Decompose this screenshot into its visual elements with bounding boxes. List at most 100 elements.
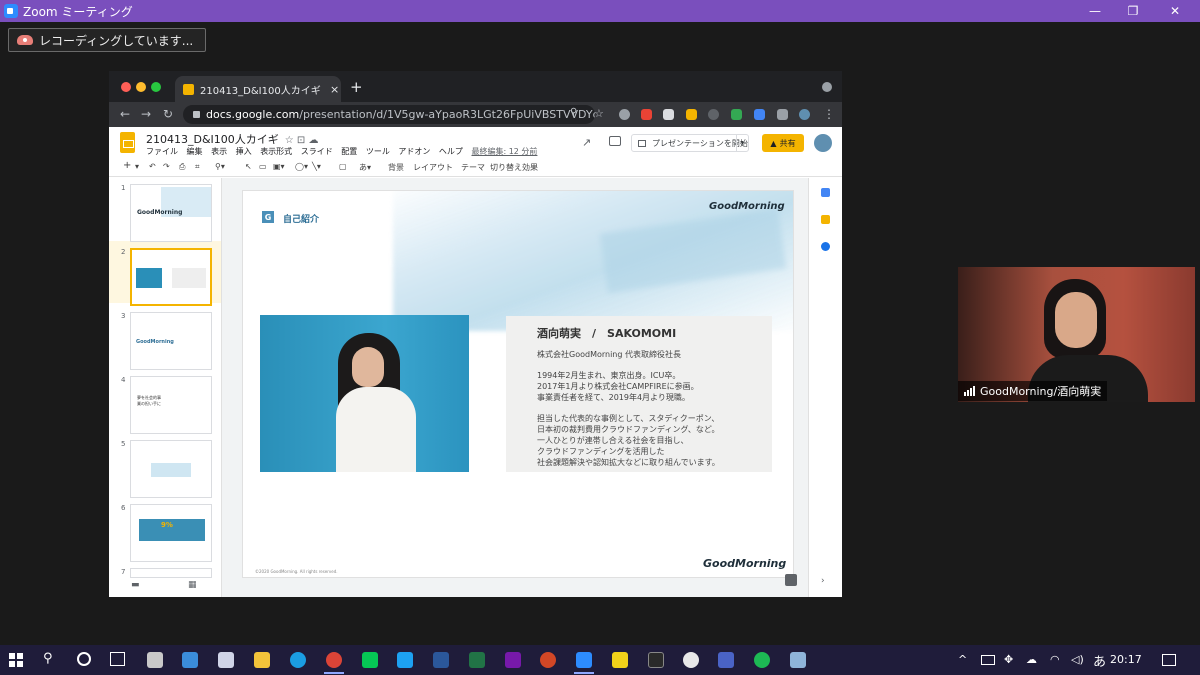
menu-tools[interactable]: ツール — [366, 147, 390, 156]
line-icon[interactable] — [362, 652, 378, 668]
spotify-icon[interactable] — [754, 652, 770, 668]
share-button[interactable]: ▲ 共有 — [762, 134, 804, 152]
menu-slide[interactable]: スライド — [301, 147, 333, 156]
notification-icon[interactable] — [1162, 654, 1176, 666]
tasks-icon[interactable] — [821, 242, 830, 251]
zoom-app-icon[interactable] — [576, 652, 592, 668]
print-icon[interactable]: ⎙ — [179, 162, 185, 172]
ime-indicator[interactable]: あ — [1093, 651, 1106, 670]
browser-tab[interactable]: 210413_D&I100人カイギ - Goo × — [175, 76, 341, 102]
extension-icon[interactable] — [708, 109, 719, 120]
participant-video-tile[interactable]: GoodMorning/酒向萌実 — [958, 267, 1195, 402]
menu-file[interactable]: ファイル — [146, 147, 178, 156]
forward-arrow-icon[interactable]: → — [141, 107, 151, 121]
zoom-dot-icon[interactable] — [151, 82, 161, 92]
kebab-menu-icon[interactable]: ⋮ — [823, 107, 835, 121]
menu-addons[interactable]: アドオン — [398, 147, 430, 156]
onenote-icon[interactable] — [505, 652, 521, 668]
slide-thumbnail-4[interactable]: 夢を社会的事業の担い手に — [130, 376, 212, 434]
windows-start-icon[interactable] — [9, 653, 23, 667]
dropbox-icon[interactable]: ✥ — [1004, 653, 1013, 666]
recording-indicator[interactable]: レコーディングしています... — [8, 28, 207, 52]
input-tools-icon[interactable]: あ▾ — [359, 162, 371, 173]
image-icon[interactable]: ▣▾ — [273, 162, 285, 171]
app-icon[interactable] — [718, 652, 734, 668]
paint-format-icon[interactable]: ⌗ — [195, 162, 200, 172]
google-slides-logo-icon[interactable] — [120, 132, 135, 153]
close-dot-icon[interactable] — [121, 82, 131, 92]
extension-icon[interactable] — [641, 109, 652, 120]
search-icon[interactable]: ⚲ — [570, 107, 577, 118]
word-icon[interactable] — [433, 652, 449, 668]
current-slide[interactable]: G 自己紹介 GoodMorning 酒向萌実 / SAKOMOMI 株式会社G… — [242, 190, 794, 578]
menu-format[interactable]: 表示形式 — [260, 147, 292, 156]
mail-icon[interactable] — [182, 652, 198, 668]
app-icon[interactable] — [218, 652, 234, 668]
grid-view-icon[interactable]: ▦ — [188, 580, 197, 590]
slack-icon[interactable] — [683, 652, 699, 668]
comments-icon[interactable] — [609, 136, 621, 146]
filmstrip-view-icon[interactable]: ▬ — [131, 580, 140, 590]
chrome-menu-dot-icon[interactable] — [822, 82, 832, 92]
chrome-icon[interactable] — [326, 652, 342, 668]
keep-icon[interactable] — [821, 215, 830, 224]
theme-button[interactable]: テーマ — [461, 162, 485, 173]
activity-trend-icon[interactable]: ↗ — [582, 136, 591, 149]
extension-icon[interactable] — [686, 109, 697, 120]
battery-icon[interactable] — [981, 655, 995, 665]
slide-thumbnail-6[interactable]: 9% — [130, 504, 212, 562]
twitter-icon[interactable] — [397, 652, 413, 668]
taskbar-clock[interactable]: 20:17 — [1110, 653, 1142, 666]
wifi-icon[interactable]: ◠ — [1050, 653, 1060, 666]
back-arrow-icon[interactable]: ← — [120, 107, 130, 121]
task-view-icon[interactable] — [110, 652, 125, 666]
chevron-down-icon[interactable]: ▾ — [135, 162, 139, 171]
user-avatar[interactable] — [814, 134, 832, 152]
layout-button[interactable]: レイアウト — [413, 162, 453, 173]
calendar-icon[interactable] — [821, 188, 830, 197]
text-box-icon[interactable]: ▭ — [259, 162, 267, 171]
profile-avatar-icon[interactable] — [799, 109, 810, 120]
chevron-down-icon[interactable]: ▾ — [736, 135, 748, 151]
comment-add-icon[interactable]: ▢ — [339, 162, 347, 171]
maximize-button[interactable]: ❐ — [1110, 0, 1156, 22]
star-folder-cloud-icon[interactable]: ☆ ⊡ ☁ — [285, 135, 319, 146]
menu-help[interactable]: ヘルプ — [439, 147, 463, 156]
menu-insert[interactable]: 挿入 — [236, 147, 252, 156]
cortana-icon[interactable] — [77, 652, 91, 666]
slide-thumbnail-7[interactable] — [130, 568, 212, 578]
slide-thumbnail-1[interactable]: GoodMorning — [130, 184, 212, 242]
menu-edit[interactable]: 編集 — [187, 147, 203, 156]
menu-arrange[interactable]: 配置 — [341, 147, 357, 156]
transition-button[interactable]: 切り替え効果 — [490, 162, 538, 173]
miro-icon[interactable] — [612, 652, 628, 668]
excel-icon[interactable] — [469, 652, 485, 668]
app-icon[interactable] — [790, 652, 806, 668]
search-icon[interactable]: ⚲ — [43, 651, 53, 666]
reload-icon[interactable]: ↻ — [163, 107, 173, 121]
minimize-dot-icon[interactable] — [136, 82, 146, 92]
explore-icon[interactable] — [785, 574, 797, 586]
extension-icon[interactable] — [619, 109, 630, 120]
url-omnibox[interactable]: docs.google.com/presentation/d/1V5gw-aYp… — [183, 105, 595, 124]
select-cursor-icon[interactable]: ↖ — [245, 162, 252, 171]
app-icon[interactable] — [648, 652, 664, 668]
tab-close-icon[interactable]: × — [330, 83, 339, 96]
bookmark-star-icon[interactable]: ☆ — [594, 107, 604, 120]
shape-icon[interactable]: ◯▾ — [295, 162, 308, 171]
slide-thumbnail-3[interactable]: GoodMorning — [130, 312, 212, 370]
zoom-icon[interactable]: ⚲▾ — [215, 162, 225, 171]
menu-view[interactable]: 表示 — [211, 147, 227, 156]
drive-icon[interactable] — [731, 109, 742, 120]
new-tab-button[interactable]: + — [350, 78, 363, 96]
present-button[interactable]: プレゼンテーションを開始 ▾ — [631, 134, 749, 152]
new-slide-button[interactable]: + — [123, 160, 131, 171]
document-title[interactable]: 210413_D&I100人カイギ ☆ ⊡ ☁ — [146, 131, 318, 147]
onedrive-icon[interactable]: ☁ — [1026, 653, 1037, 666]
undo-icon[interactable]: ↶ — [149, 162, 156, 171]
redo-icon[interactable]: ↷ — [163, 162, 170, 171]
extension-icon[interactable] — [663, 109, 674, 120]
file-explorer-icon[interactable] — [254, 652, 270, 668]
slide-thumbnail-5[interactable] — [130, 440, 212, 498]
last-edit-link[interactable]: 最終編集: 12 分前 — [471, 147, 537, 156]
